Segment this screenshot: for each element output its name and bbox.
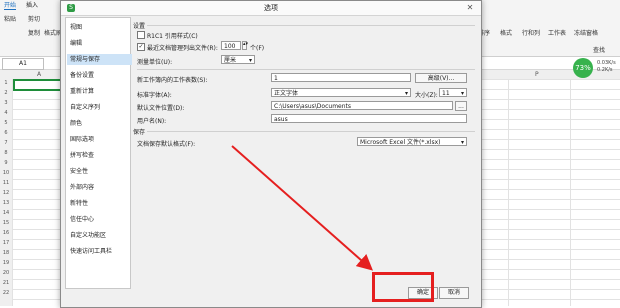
- r1c1-checkbox[interactable]: [137, 31, 145, 39]
- nav-item-external[interactable]: 外部内容: [70, 182, 128, 193]
- row-number[interactable]: 8: [0, 150, 12, 156]
- recent-files-spinner[interactable]: ▴▾: [242, 41, 248, 50]
- row-number[interactable]: 5: [0, 120, 12, 126]
- default-format-label: 文档保存默认格式(F):: [137, 141, 196, 148]
- r1c1-label: R1C1 引用样式(C): [147, 33, 198, 40]
- worksheet-button[interactable]: 工作表: [548, 28, 566, 37]
- options-dialog: S 选项 ✕ 视图 编辑 常规与保存 备份设置 重新计算 自定义序列 颜色 国际…: [60, 0, 482, 308]
- standard-font-select[interactable]: 正文字体: [271, 88, 411, 97]
- cut-button[interactable]: 剪切: [28, 14, 40, 23]
- nav-item-security[interactable]: 安全性: [70, 166, 128, 177]
- column-letter-a[interactable]: A: [37, 71, 41, 78]
- recent-files-unit: 个(F): [250, 45, 265, 52]
- close-icon[interactable]: ✕: [463, 3, 477, 13]
- save-section-title: 保存: [133, 129, 146, 136]
- nav-item-international[interactable]: 国际选项: [70, 134, 128, 145]
- section-divider-3: [147, 131, 475, 132]
- row-number[interactable]: 6: [0, 130, 12, 136]
- options-nav: 视图 编辑 常规与保存 备份设置 重新计算 自定义序列 颜色 国际选项 拼写检查…: [65, 17, 132, 289]
- recent-files-count-input[interactable]: 100: [221, 41, 241, 50]
- row-number[interactable]: 9: [0, 160, 12, 166]
- row-number[interactable]: 7: [0, 140, 12, 146]
- row-number[interactable]: 14: [0, 210, 12, 216]
- paste-button[interactable]: 粘贴: [4, 14, 16, 23]
- settings-section-title: 设置: [133, 23, 146, 30]
- download-speed: 0.2K/s: [597, 67, 613, 73]
- nav-item-trust-center[interactable]: 信任中心: [70, 214, 128, 225]
- row-number[interactable]: 20: [0, 270, 12, 276]
- row-number[interactable]: 1: [0, 80, 12, 86]
- upload-speed: 0.03K/s: [597, 60, 616, 66]
- nav-item-view[interactable]: 视图: [70, 22, 128, 33]
- nav-item-custom-ribbon[interactable]: 自定义功能区: [70, 230, 128, 241]
- row-number[interactable]: 18: [0, 250, 12, 256]
- row-number[interactable]: 12: [0, 190, 12, 196]
- nav-item-general-save[interactable]: 常规与保存: [67, 54, 132, 65]
- row-number[interactable]: 13: [0, 200, 12, 206]
- find-button[interactable]: 查找: [593, 45, 605, 54]
- freeze-panes-button[interactable]: 冻结窗格: [574, 28, 598, 37]
- user-name-input[interactable]: asus: [271, 114, 467, 123]
- unit-label: 测量单位(U):: [137, 59, 173, 66]
- rows-cols-button[interactable]: 行和列: [522, 28, 540, 37]
- options-content: 设置 R1C1 引用样式(C) ✓ 最近文档管理列出文件(R): 100 ▴▾ …: [133, 17, 477, 287]
- row-number[interactable]: 17: [0, 240, 12, 246]
- nav-item-new-features[interactable]: 新特性: [70, 198, 128, 209]
- dialog-titlebar: S 选项 ✕: [61, 1, 481, 16]
- nav-item-quick-access[interactable]: 快速访问工具栏: [70, 246, 128, 257]
- section-divider: [147, 25, 475, 26]
- format-button[interactable]: 格式: [500, 28, 512, 37]
- tab-home[interactable]: 开始: [4, 0, 17, 10]
- row-number[interactable]: 4: [0, 110, 12, 116]
- nav-item-edit[interactable]: 编辑: [70, 38, 128, 49]
- browse-button[interactable]: ...: [455, 101, 467, 111]
- dialog-title: 选项: [264, 4, 278, 12]
- nav-item-custom-list[interactable]: 自定义序列: [70, 102, 128, 113]
- row-number[interactable]: 19: [0, 260, 12, 266]
- standard-font-label: 标准字体(A):: [137, 92, 172, 99]
- sheets-count-input[interactable]: 1: [271, 73, 411, 82]
- copy-button[interactable]: 复制: [28, 28, 40, 37]
- default-path-label: 默认文件位置(D):: [137, 105, 185, 112]
- status-badge[interactable]: 73%: [573, 58, 593, 78]
- row-number[interactable]: 22: [0, 290, 12, 296]
- recent-files-label: 最近文档管理列出文件(R):: [147, 45, 218, 52]
- row-number[interactable]: 10: [0, 170, 12, 176]
- nav-item-color[interactable]: 颜色: [70, 118, 128, 129]
- annotation-highlight-box: [372, 272, 434, 302]
- user-name-label: 用户名(N):: [137, 118, 167, 125]
- default-format-select[interactable]: Microsoft Excel 文件(*.xlsx): [357, 137, 467, 146]
- network-speed: 0.03K/s 0.2K/s: [597, 60, 616, 74]
- nav-item-spelling[interactable]: 拼写检查: [70, 150, 128, 161]
- default-path-input[interactable]: C:\Users\asus\Documents: [271, 101, 453, 110]
- advanced-button[interactable]: 高级(V)...: [415, 73, 467, 83]
- font-size-label: 大小(Z):: [415, 92, 438, 99]
- column-letter-p[interactable]: P: [535, 71, 539, 78]
- row-number[interactable]: 15: [0, 220, 12, 226]
- row-number[interactable]: 2: [0, 90, 12, 96]
- cancel-button[interactable]: 取消: [439, 287, 469, 299]
- row-number[interactable]: 16: [0, 230, 12, 236]
- sheets-count-label: 新工作簿内的工作表数(S):: [137, 77, 208, 84]
- nav-item-backup[interactable]: 备份设置: [70, 70, 128, 81]
- unit-select[interactable]: 厘米: [221, 55, 255, 64]
- row-number[interactable]: 21: [0, 280, 12, 286]
- row-number[interactable]: 11: [0, 180, 12, 186]
- font-size-select[interactable]: 11: [439, 88, 467, 97]
- tab-insert[interactable]: 插入: [26, 0, 38, 10]
- row-number[interactable]: 3: [0, 100, 12, 106]
- recent-files-checkbox[interactable]: ✓: [137, 43, 145, 51]
- name-box[interactable]: A1: [2, 58, 44, 70]
- nav-item-recalc[interactable]: 重新计算: [70, 86, 128, 97]
- section-divider-2: [137, 69, 475, 70]
